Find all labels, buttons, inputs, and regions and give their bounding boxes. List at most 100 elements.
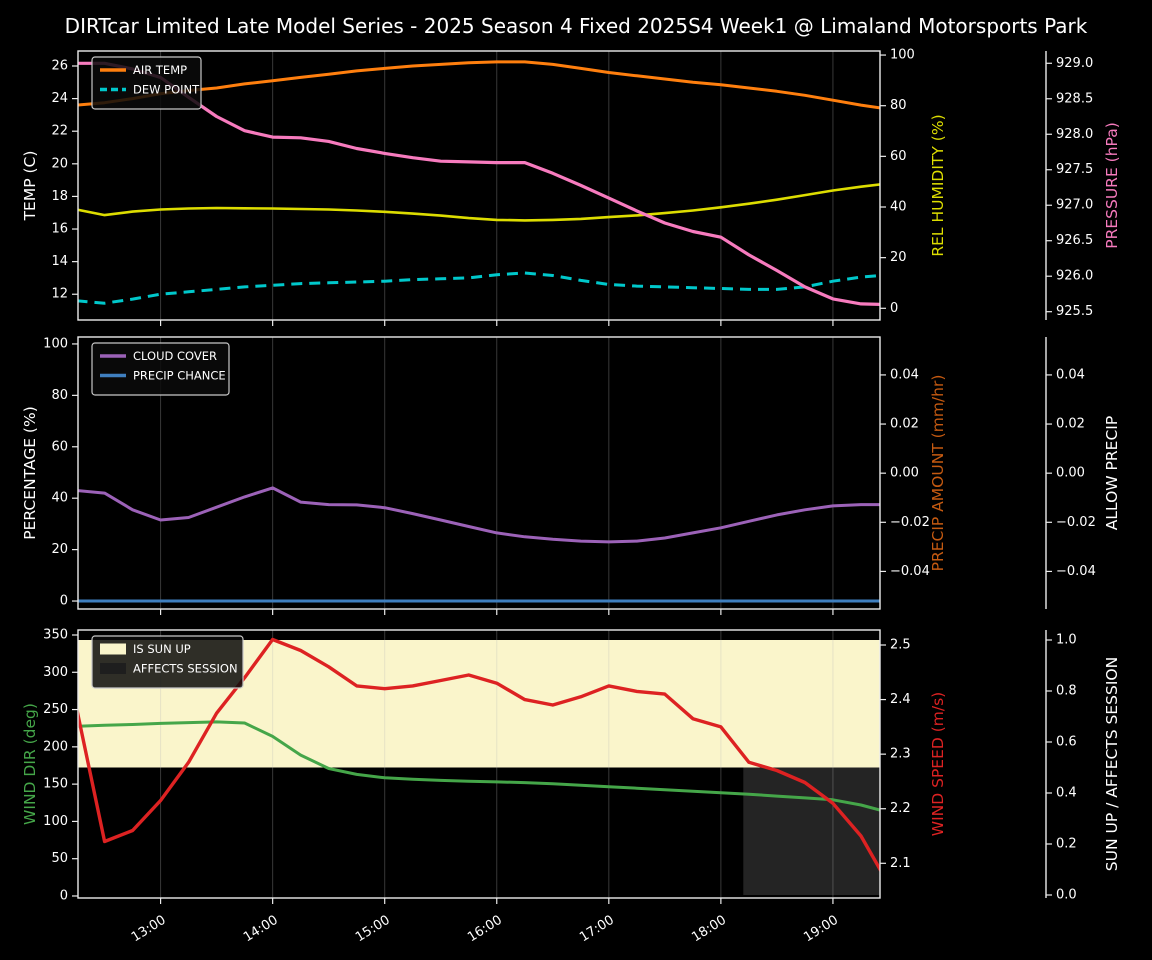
y-tick-label: 250 <box>43 702 68 717</box>
legend-label: AIR TEMP <box>133 63 187 77</box>
axis-label-precip_amount: PRECIP AMOUNT (mm/hr) <box>929 375 947 572</box>
y-tick-label: 926.5 <box>1056 233 1093 248</box>
y-tick-label: 40 <box>51 491 68 506</box>
gridlines-precip <box>161 337 833 609</box>
y-tick-label: 40 <box>890 200 907 215</box>
y-tick-label: −0.02 <box>890 515 930 530</box>
x-tick-label: 19:00 <box>801 913 841 946</box>
legend-swatch <box>100 644 126 655</box>
axis-label-pressure: PRESSURE (hPa) <box>1103 122 1121 249</box>
y-tick-label: 60 <box>890 149 907 164</box>
x-tick-label: 14:00 <box>241 913 281 946</box>
axis-pressure: 925.5 926.0 926.5 927.0 927.5 928.0 928.5 929.0… <box>1046 51 1121 320</box>
gridlines-temp <box>161 51 833 320</box>
y-tick-label: 928.0 <box>1056 127 1093 142</box>
y-tick-label: 18 <box>51 189 68 204</box>
y-tick-label: 925.5 <box>1056 304 1093 319</box>
dew-point-line <box>77 273 890 303</box>
x-tick-label: 16:00 <box>465 913 505 946</box>
y-tick-label: 16 <box>51 222 68 237</box>
y-tick-label: 926.0 <box>1056 269 1093 284</box>
y-tick-label: 0 <box>60 888 68 903</box>
y-tick-label: 80 <box>51 388 68 403</box>
y-tick-label: −0.02 <box>1056 515 1096 530</box>
y-tick-label: 0.02 <box>1056 417 1085 432</box>
axis-wspeed: 2.12.22.32.42.5WIND SPEED (m/s) <box>880 638 947 871</box>
axis-precip_amount: −0.04 −0.02 0.00 0.02 0.04 PRECIP AMOUNT (mm/… <box>880 367 947 578</box>
y-tick-label: 0.0 <box>1056 887 1077 902</box>
y-tick-label: 0.04 <box>1056 367 1085 382</box>
chart-precip: 0 20 40 60 80 100 PERCENTAGE (%) −0.04 −0.02 0.00… <box>21 336 1121 615</box>
y-tick-label: 24 <box>51 91 68 106</box>
y-tick-label: 350 <box>43 627 68 642</box>
page-title: DIRTcar Limited Late Model Series - 2025… <box>0 14 1152 38</box>
axis-pct: 0 20 40 60 80 100 PERCENTAGE (%) <box>21 336 78 608</box>
legend-label: AFFECTS SESSION <box>133 662 238 676</box>
axis-label-temp: TEMP (C) <box>21 151 39 222</box>
axis-humidity: 0 20 40 60 80 100 REL HUMIDITY (%) <box>880 48 947 316</box>
x-tick-label: 18:00 <box>689 913 729 946</box>
x-tick-label: 17:00 <box>577 913 617 946</box>
axis-label-humidity: REL HUMIDITY (%) <box>929 114 947 256</box>
y-tick-label: 100 <box>43 336 68 351</box>
y-tick-label: 22 <box>51 124 68 139</box>
cloud-cover-line <box>77 488 890 542</box>
legend-wind: IS SUN UP AFFECTS SESSION <box>92 636 243 688</box>
y-tick-label: 12 <box>51 287 68 302</box>
legend-label: DEW POINT <box>133 83 200 97</box>
axis-temp: 12 14 16 18 20 22 24 26 TEMP (C) <box>21 58 78 301</box>
y-tick-label: 929.0 <box>1056 56 1093 71</box>
axis-label-allow_precip: ALLOW PRECIP <box>1103 416 1121 530</box>
y-tick-label: 300 <box>43 665 68 680</box>
y-tick-label: 20 <box>890 250 907 265</box>
y-tick-label: 100 <box>890 48 915 63</box>
axis-label-pct: PERCENTAGE (%) <box>21 406 39 540</box>
y-tick-label: −0.04 <box>1056 564 1096 579</box>
y-tick-label: 80 <box>890 98 907 113</box>
axis-label-sun: SUN UP / AFFECTS SESSION <box>1103 657 1121 871</box>
x-ticks-precip <box>161 609 833 615</box>
legend-temp: AIR TEMP DEW POINT <box>92 57 201 109</box>
axis-sun: 0.0 0.2 0.4 0.6 0.8 1.0 SUN UP / AFFECTS SESSI… <box>1046 630 1121 902</box>
y-tick-label: 50 <box>51 851 68 866</box>
legend-precip: CLOUD COVER PRECIP CHANCE <box>92 343 229 395</box>
axis-wdir: 050100150200250300350WIND DIR (deg) <box>21 627 78 903</box>
y-tick-label: 927.5 <box>1056 162 1093 177</box>
y-tick-label: 20 <box>51 542 68 557</box>
y-tick-label: 60 <box>51 439 68 454</box>
y-tick-label: 26 <box>51 58 68 73</box>
y-tick-label: 0 <box>60 594 68 609</box>
weather-forecast-screen: DIRTcar Limited Late Model Series - 2025… <box>0 0 1152 960</box>
y-tick-label: 0.02 <box>890 417 919 432</box>
y-tick-label: 0.04 <box>890 367 919 382</box>
y-tick-label: 0.00 <box>1056 466 1085 481</box>
y-tick-label: 200 <box>43 739 68 754</box>
y-tick-label: 0.2 <box>1056 836 1077 851</box>
axis-allow_precip: −0.04 −0.02 0.00 0.02 0.04 ALLOW PRECIP <box>1046 337 1121 609</box>
y-tick-label: 0.4 <box>1056 785 1077 800</box>
y-tick-label: 2.3 <box>890 747 911 762</box>
y-tick-label: 2.5 <box>890 638 911 653</box>
y-tick-label: 20 <box>51 156 68 171</box>
legend-label: CLOUD COVER <box>133 349 217 363</box>
y-tick-label: 2.4 <box>890 692 911 707</box>
y-tick-label: 0.00 <box>890 466 919 481</box>
y-tick-label: 927.0 <box>1056 198 1093 213</box>
x-ticks-temp <box>161 320 833 326</box>
y-tick-label: 0.8 <box>1056 683 1077 698</box>
y-tick-label: 100 <box>43 814 68 829</box>
x-ticks-wind: 13:0014:0015:0016:0017:0018:0019:00 <box>129 898 841 945</box>
chart-wind: 13:0014:0015:0016:0017:0018:0019:0005010… <box>21 627 1121 945</box>
y-tick-label: −0.04 <box>890 564 930 579</box>
y-tick-label: 0 <box>890 301 898 316</box>
y-tick-label: 1.0 <box>1056 632 1077 647</box>
forecast-charts: 12 14 16 18 20 22 24 26 TEMP (C) 0 20 40 60 80 100 REL … <box>0 0 1152 960</box>
axis-label-wspeed: WIND SPEED (m/s) <box>929 692 947 836</box>
y-tick-label: 14 <box>51 254 68 269</box>
legend-swatch <box>100 663 126 674</box>
legend-label: IS SUN UP <box>133 642 191 656</box>
x-tick-label: 13:00 <box>129 913 169 946</box>
y-tick-label: 928.5 <box>1056 91 1093 106</box>
y-tick-label: 0.6 <box>1056 734 1077 749</box>
legend-label: PRECIP CHANCE <box>133 369 226 383</box>
